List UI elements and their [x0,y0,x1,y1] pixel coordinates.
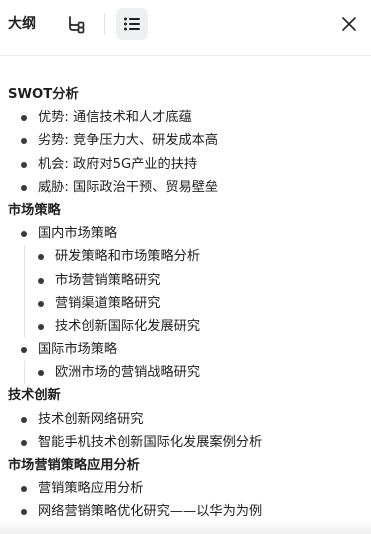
bullet-icon [21,509,27,516]
outline-item[interactable]: 劣势: 竞争压力大、研发成本高 [0,129,371,152]
bullet-icon [21,138,27,145]
outline-subitem[interactable]: 研发策略和市场策略分析 [0,245,371,269]
tree-guide-line [24,291,25,315]
outline-item-label: 技术创新国际化发展研究 [55,318,201,334]
outline-item-label: 营销渠道策略研究 [55,295,161,311]
outline-item[interactable]: 优势: 通信技术和人才底蕴 [0,106,371,129]
outline-subitem[interactable]: 市场营销策略研究 [0,268,371,292]
close-button[interactable] [337,12,361,36]
bullet-icon [21,439,27,446]
outline-item-label: 技术创新网络研究 [38,411,144,427]
outline-item[interactable]: 技术创新网络研究 [0,408,371,431]
bullet-icon [21,416,27,423]
bullet-icon [21,184,27,191]
bullet-icon [38,370,44,377]
outline-heading[interactable]: SWOT分析 [0,83,371,106]
bullet-icon [21,161,27,168]
outline-subitem[interactable]: 技术创新国际化发展研究 [0,314,371,339]
tree-guide-line [24,268,25,292]
outline-item-label: 国际市场策略 [38,342,118,358]
tree-guide-line [24,314,25,339]
bullet-icon [38,254,44,261]
outline-item-label: 市场营销策略研究 [55,272,161,288]
list-view-button[interactable] [116,8,148,40]
bullet-icon [38,277,44,284]
panel-header: 大纲 [0,0,371,56]
outline-item-label: 智能手机技术创新国际化发展案例分析 [38,434,263,450]
outline-heading[interactable]: 市场营销策略应用分析 [0,454,371,477]
outline-item-label: 劣势: 竞争压力大、研发成本高 [38,133,219,149]
bullet-icon [21,115,27,122]
outline-item-label: 欧洲市场的营销战略研究 [55,365,201,381]
toolbar-divider [104,13,105,35]
outline-item-label: 威胁: 国际政治干预、贸易壁垒 [38,179,219,195]
outline-item-label: 营销策略应用分析 [38,481,144,497]
outline-heading[interactable]: 市场策略 [0,199,371,222]
bullet-icon [21,347,27,354]
bullet-icon [21,486,27,493]
outline-tree: SWOT分析 优势: 通信技术和人才底蕴 劣势: 竞争压力大、研发成本高 机会:… [0,83,371,524]
outline-item-label: 网络营销策略优化研究——以华为为例 [38,504,263,520]
bullet-icon [38,300,44,307]
outline-heading[interactable]: 技术创新 [0,384,371,407]
bullet-icon [38,323,44,330]
outline-item-label: 机会: 政府对5G产业的扶持 [38,156,198,172]
scroll-fade [0,520,371,534]
bullet-icon [21,231,27,238]
outline-subitem[interactable]: 欧洲市场的营销战略研究 [0,361,371,385]
panel-title: 大纲 [8,16,36,32]
outline-item[interactable]: 智能手机技术创新国际化发展案例分析 [0,431,371,454]
outline-item[interactable]: 国内市场策略 [0,222,371,245]
list-icon [124,17,140,31]
outline-item-label: 优势: 通信技术和人才底蕴 [38,110,192,126]
tree-guide-line [24,245,25,269]
outline-item[interactable]: 机会: 政府对5G产业的扶持 [0,153,371,176]
outline-item-label: 研发策略和市场策略分析 [55,249,201,265]
tree-guide-line [24,361,25,385]
mindmap-view-button[interactable] [61,8,93,40]
outline-item[interactable]: 威胁: 国际政治干预、贸易壁垒 [0,176,371,199]
mindmap-icon [69,16,85,34]
outline-subitem[interactable]: 营销渠道策略研究 [0,291,371,315]
outline-item[interactable]: 营销策略应用分析 [0,477,371,500]
close-icon [342,17,356,31]
outline-item[interactable]: 国际市场策略 [0,338,371,361]
outline-item-label: 国内市场策略 [38,226,118,242]
